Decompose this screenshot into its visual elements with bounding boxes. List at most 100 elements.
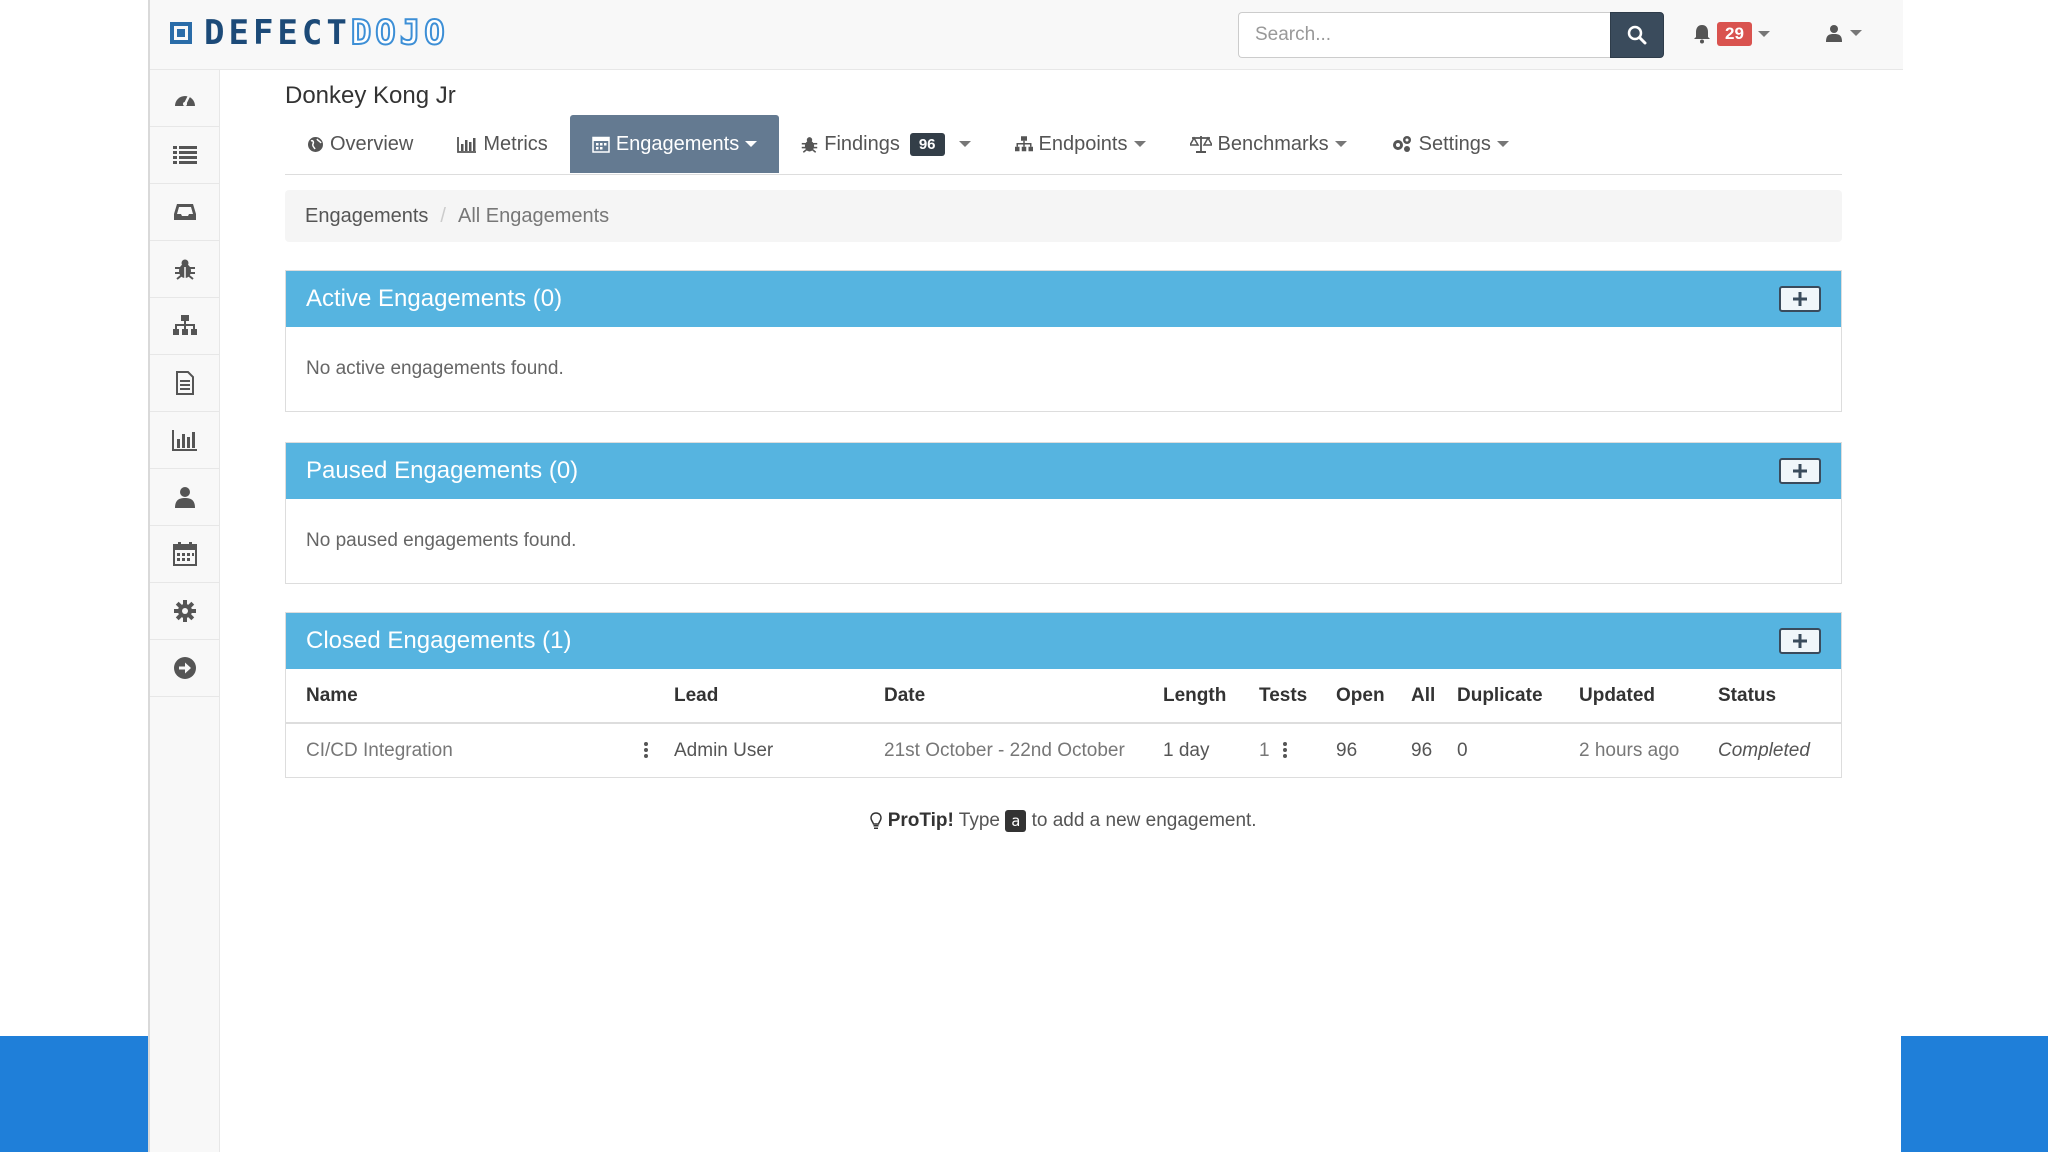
- tab-findings[interactable]: Findings 96: [779, 115, 992, 173]
- tab-benchmarks[interactable]: Benchmarks: [1168, 115, 1369, 173]
- balance-scale-icon: [1189, 136, 1212, 153]
- closed-engagements-panel: Closed Engagements (1) Name Lead Date Le…: [285, 612, 1842, 778]
- engagement-name-cell: CI/CD Integration: [286, 723, 654, 777]
- sidebar-item-logout[interactable]: [150, 640, 220, 697]
- sidebar-item-calendar[interactable]: [150, 526, 220, 583]
- search-form: [1238, 12, 1664, 58]
- search-icon: [1627, 25, 1647, 45]
- column-header-updated[interactable]: Updated: [1559, 669, 1698, 724]
- panel-body: No paused engagements found.: [286, 499, 1841, 583]
- logo-text-defect: DEFECT: [204, 13, 351, 53]
- inbox-icon: [174, 204, 196, 220]
- plus-icon: [1793, 634, 1807, 648]
- column-header-date[interactable]: Date: [864, 669, 1143, 724]
- updated-cell: 2 hours ago: [1579, 739, 1680, 761]
- panel-header: Closed Engagements (1): [286, 613, 1841, 669]
- search-button[interactable]: [1610, 12, 1664, 58]
- all-cell[interactable]: 96: [1391, 723, 1437, 777]
- panel-header: Paused Engagements (0): [286, 443, 1841, 499]
- date-cell: 21st October - 22nd October: [884, 739, 1125, 761]
- column-header-all[interactable]: All: [1391, 669, 1437, 724]
- tab-endpoints[interactable]: Endpoints: [993, 115, 1168, 173]
- tests-actions-menu[interactable]: [1282, 740, 1287, 760]
- defectdojo-logo[interactable]: DEFECT DOJO: [170, 13, 449, 53]
- panel-title: Active Engagements (0): [306, 285, 563, 312]
- duplicate-cell[interactable]: 0: [1437, 723, 1559, 777]
- column-header-open[interactable]: Open: [1316, 669, 1391, 724]
- lead-cell: Admin User: [674, 739, 774, 761]
- chevron-down-icon: [1757, 31, 1770, 37]
- panel-title: Closed Engagements (1): [306, 627, 572, 654]
- tab-settings[interactable]: Settings: [1369, 115, 1531, 173]
- sidebar-item-reports[interactable]: [150, 355, 220, 412]
- search-input[interactable]: [1238, 12, 1610, 58]
- add-closed-engagement-button[interactable]: [1779, 628, 1821, 654]
- keyboard-shortcut-key: a: [1005, 810, 1027, 832]
- sitemap-icon: [173, 315, 197, 335]
- bar-chart-icon: [457, 136, 477, 153]
- add-active-engagement-button[interactable]: [1779, 286, 1821, 312]
- tab-overview[interactable]: Overview: [285, 115, 435, 173]
- user-icon: [175, 487, 195, 508]
- tab-engagements[interactable]: Engagements: [569, 115, 780, 173]
- protip: ProTip! Type a to add a new engagement.: [285, 810, 1842, 832]
- user-menu[interactable]: [1826, 24, 1862, 42]
- logo-icon: [170, 22, 192, 44]
- table-row: CI/CD Integration Admin User 21st Octobe…: [286, 723, 1841, 777]
- app-window: DEFECT DOJO 29: [148, 0, 1903, 1152]
- calendar-icon: [592, 136, 610, 153]
- chevron-down-icon: [1334, 141, 1347, 147]
- page-title: Donkey Kong Jr: [285, 82, 456, 109]
- panel-title: Paused Engagements (0): [306, 457, 579, 484]
- column-header-status[interactable]: Status: [1698, 669, 1841, 724]
- tab-label: Metrics: [483, 132, 548, 155]
- column-header-duplicate[interactable]: Duplicate: [1437, 669, 1559, 724]
- user-icon: [1826, 25, 1842, 42]
- sidebar-item-findings[interactable]: [150, 241, 220, 298]
- sidebar-item-dashboard[interactable]: [150, 70, 220, 127]
- sidebar-item-products[interactable]: [150, 127, 220, 184]
- sidebar-item-endpoints[interactable]: [150, 298, 220, 355]
- add-paused-engagement-button[interactable]: [1779, 458, 1821, 484]
- tab-metrics[interactable]: Metrics: [435, 115, 569, 173]
- protip-text-after: to add a new engagement.: [1031, 810, 1257, 832]
- engagement-name-link[interactable]: CI/CD Integration: [306, 740, 453, 761]
- sidebar-item-engagements[interactable]: [150, 184, 220, 241]
- closed-engagements-table: Name Lead Date Length Tests Open All Dup…: [286, 669, 1841, 777]
- column-header-length[interactable]: Length: [1143, 669, 1239, 724]
- page-background-left-blue: [0, 1036, 148, 1152]
- top-navbar: DEFECT DOJO 29: [150, 0, 1903, 70]
- tests-count[interactable]: 1: [1259, 740, 1270, 761]
- globe-icon: [308, 136, 323, 152]
- panel-header: Active Engagements (0): [286, 271, 1841, 327]
- status-cell: Completed: [1718, 739, 1810, 761]
- notification-count-badge: 29: [1717, 22, 1752, 46]
- breadcrumb-link-engagements[interactable]: Engagements: [305, 205, 428, 228]
- tab-label: Engagements: [615, 132, 740, 155]
- arrow-circle-right-icon: [174, 657, 196, 679]
- sidebar-item-settings[interactable]: [150, 583, 220, 640]
- paused-engagements-panel: Paused Engagements (0) No paused engagem…: [285, 442, 1842, 584]
- gear-icon: [174, 600, 196, 622]
- column-header-lead[interactable]: Lead: [654, 669, 864, 724]
- lightbulb-icon: [870, 812, 883, 829]
- chevron-down-icon: [958, 141, 971, 147]
- column-header-tests[interactable]: Tests: [1239, 669, 1316, 724]
- notifications-menu[interactable]: 29: [1693, 22, 1770, 46]
- tab-label: Endpoints: [1038, 132, 1128, 155]
- protip-text-before: Type: [958, 810, 1000, 832]
- empty-message: No paused engagements found.: [306, 530, 577, 551]
- active-engagements-panel: Active Engagements (0) No active engagem…: [285, 270, 1842, 412]
- length-cell: 1 day: [1163, 739, 1210, 761]
- tab-label: Benchmarks: [1217, 132, 1329, 155]
- column-header-name[interactable]: Name: [286, 669, 654, 724]
- chevron-down-icon: [745, 141, 758, 147]
- sitemap-icon: [1014, 135, 1033, 151]
- breadcrumb: Engagements / All Engagements: [285, 190, 1842, 242]
- engagement-actions-menu[interactable]: [644, 740, 649, 760]
- sidebar-item-users[interactable]: [150, 469, 220, 526]
- chevron-down-icon: [1850, 30, 1862, 36]
- sidebar-item-metrics[interactable]: [150, 412, 220, 469]
- logo-text-dojo: DOJO: [350, 13, 449, 53]
- open-cell[interactable]: 96: [1316, 723, 1391, 777]
